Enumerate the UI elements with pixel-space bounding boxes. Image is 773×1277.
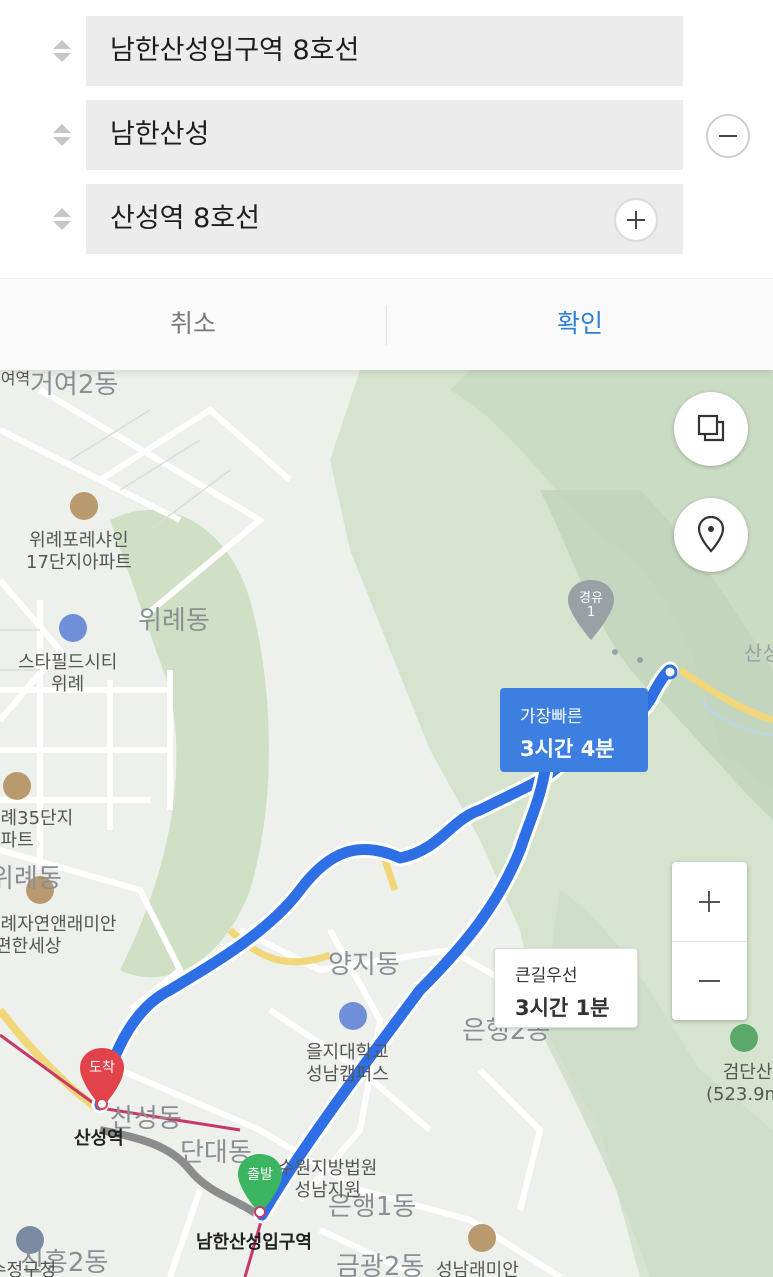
poi-label: 성남래미안 — [436, 1260, 519, 1277]
main-road-route-bubble[interactable]: 큰길우선 3시간 1분 — [494, 948, 638, 1028]
plus-circle-icon[interactable] — [614, 198, 658, 242]
district-label: 양지동 — [328, 950, 400, 980]
poi-label: 수원지방법원 성남지원 — [278, 1158, 378, 1201]
poi-label: 위례포레샤인 17단지아파트 — [26, 530, 132, 573]
district-label: 위례동 — [0, 864, 62, 894]
route-type-label: 가장빠른 — [520, 707, 583, 727]
poi-label: 을지대학교 성남캠퍼스 — [306, 1042, 389, 1085]
layers-icon — [697, 414, 725, 442]
map-view[interactable]: 거여2동 위례동 위례동 양지동 은행2동 은행1동 산성동 단대동 금광2동 … — [0, 370, 773, 1277]
poi-label: 수정구청 — [0, 1260, 57, 1277]
zoom-control — [672, 862, 747, 1020]
waypoint-marker-number: 1 — [586, 605, 596, 620]
origin-input[interactable]: 남한산성입구역 8호선 — [86, 16, 683, 86]
reorder-handle-icon[interactable] — [52, 206, 72, 234]
destination-input[interactable]: 산성역 8호선 — [86, 184, 683, 254]
location-pin-icon — [697, 515, 725, 553]
station-label: 산성역 — [74, 1128, 124, 1149]
arrival-marker-label: 도착 — [89, 1060, 115, 1076]
cancel-button[interactable]: 취소 — [0, 279, 386, 371]
fastest-route-bubble[interactable]: 가장빠른 3시간 4분 — [500, 688, 648, 772]
waypoint-input[interactable]: 남한산성 — [86, 100, 683, 170]
district-label: 위례동 — [138, 606, 210, 636]
station-label: 남한산성입구역 — [196, 1232, 312, 1253]
map-pin-icon — [80, 1048, 124, 1110]
poi-label: 위례35단지 아파트 — [0, 808, 74, 851]
route-type-label: 큰길우선 — [515, 966, 578, 986]
arrival-marker[interactable]: 도착 — [78, 1046, 126, 1110]
minus-circle-icon[interactable] — [706, 114, 750, 158]
waypoint-marker-label: 경유 — [579, 591, 603, 606]
poi-label: 검단산 (523.9m) — [706, 1062, 773, 1105]
reorder-handle-icon[interactable] — [52, 38, 72, 66]
route-duration: 3시간 4분 — [520, 737, 615, 761]
poi-label: 스타필드시티 위례 — [18, 652, 118, 695]
district-label: 거여2동 — [30, 370, 119, 400]
poi-label: 거여역 — [0, 370, 31, 388]
waypoint-row: 남한산성 — [0, 100, 773, 172]
confirm-button[interactable]: 확인 — [387, 279, 773, 371]
current-location-button[interactable] — [674, 498, 748, 572]
layers-button[interactable] — [674, 392, 748, 466]
route-duration: 3시간 1분 — [515, 996, 610, 1020]
route-input-panel: 남한산성입구역 8호선 남한산성 산성역 8호선 취소 확인 — [0, 0, 773, 370]
origin-row: 남한산성입구역 8호선 — [0, 16, 773, 88]
departure-marker-label: 출발 — [247, 1167, 273, 1183]
departure-marker[interactable]: 출발 — [236, 1152, 284, 1218]
poi-label: 위례자연앤래미안 e편한세상 — [0, 914, 117, 957]
poi-label: 산성 — [744, 641, 773, 665]
district-label: 금광2동 — [336, 1252, 425, 1277]
zoom-out-button[interactable] — [672, 941, 747, 1020]
zoom-in-button[interactable] — [672, 862, 747, 941]
action-bar: 취소 확인 — [0, 278, 773, 370]
reorder-handle-icon[interactable] — [52, 122, 72, 150]
map-pin-icon — [238, 1154, 282, 1218]
waypoint-marker[interactable]: 경유 1 — [566, 578, 616, 642]
